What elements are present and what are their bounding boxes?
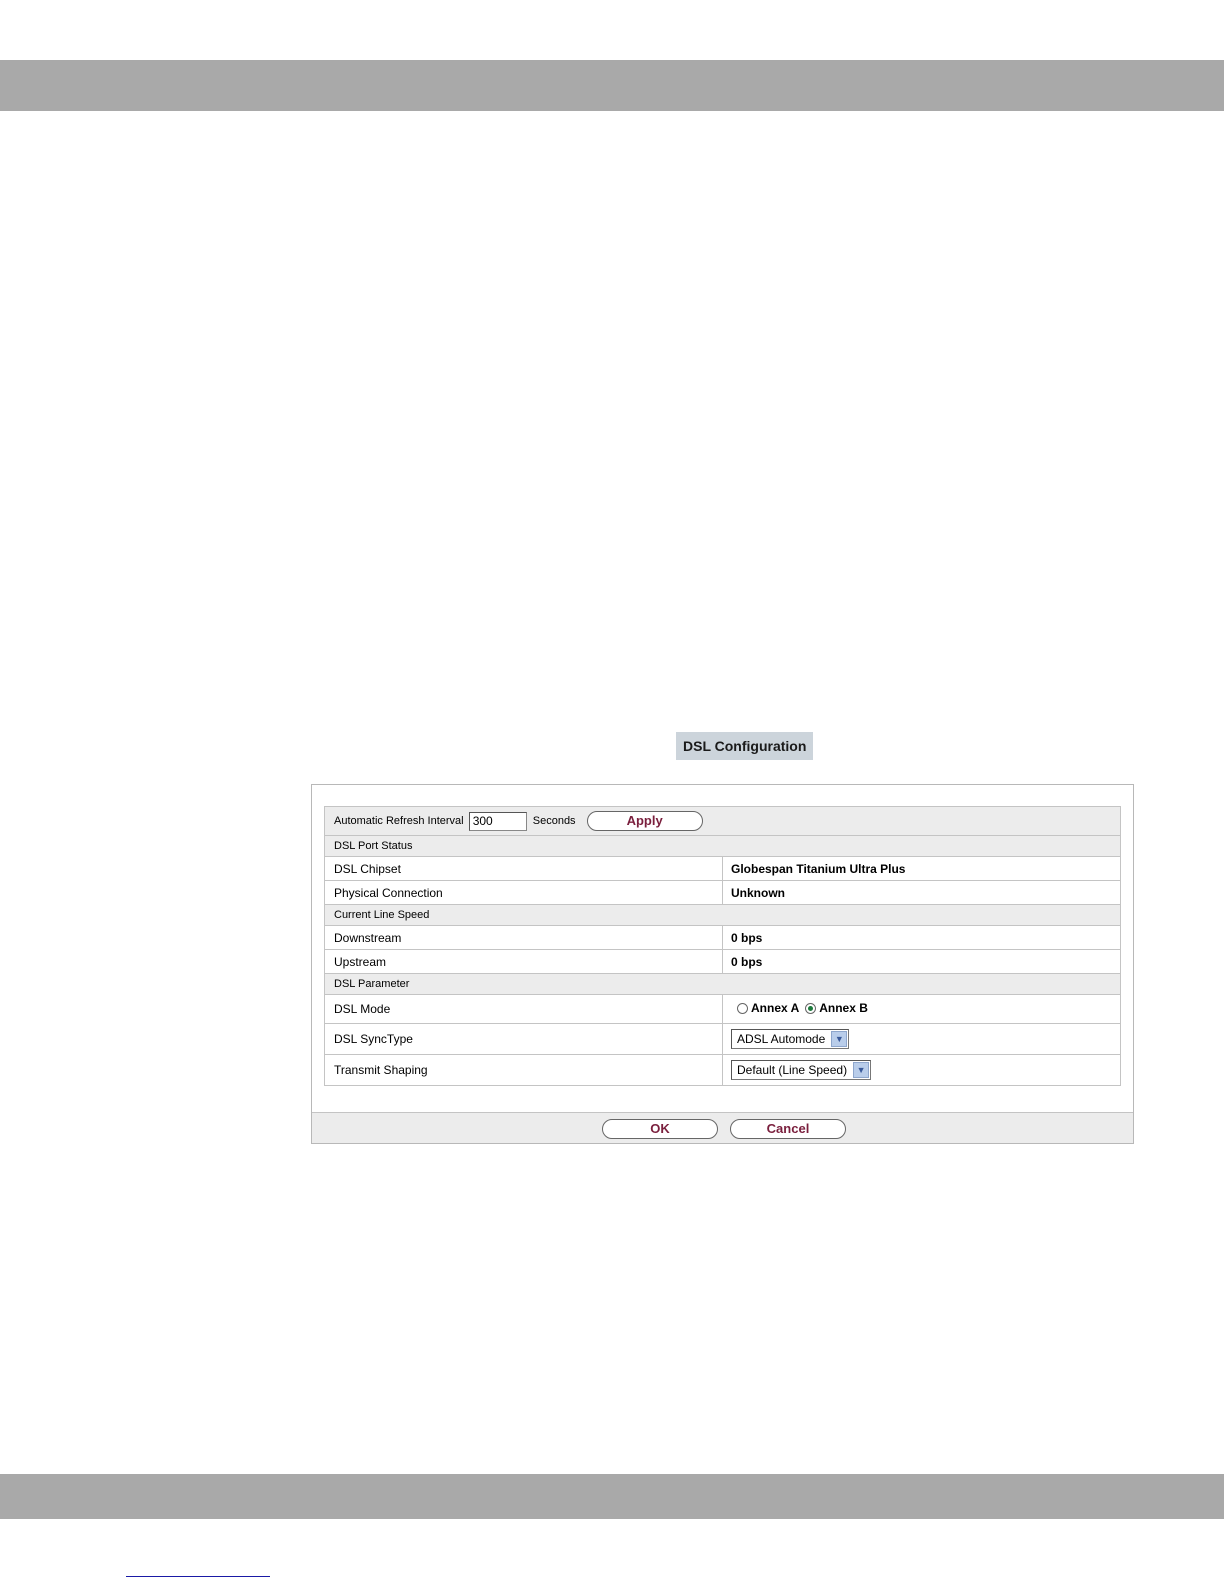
dsl-mode-cell: Annex A Annex B bbox=[722, 994, 1121, 1024]
section-title: Current Line Speed bbox=[324, 904, 1121, 926]
field-value-upstream: 0 bps bbox=[722, 949, 1121, 974]
transmit-shaping-cell: Default (Line Speed) ▼ bbox=[722, 1054, 1121, 1086]
dsl-configuration-panel: Automatic Refresh Interval Seconds Apply… bbox=[311, 784, 1134, 1144]
section-title: DSL Port Status bbox=[324, 835, 1121, 857]
top-header-band bbox=[0, 60, 1224, 111]
page-title: DSL Configuration bbox=[676, 732, 814, 760]
cancel-button[interactable]: Cancel bbox=[730, 1119, 846, 1139]
dsl-synctype-select[interactable]: ADSL Automode ▼ bbox=[731, 1029, 850, 1049]
field-label-physical-connection: Physical Connection bbox=[324, 880, 723, 905]
refresh-label: Automatic Refresh Interval bbox=[334, 815, 464, 827]
dsl-synctype-cell: ADSL Automode ▼ bbox=[722, 1023, 1121, 1055]
annex-b-radio[interactable] bbox=[805, 1002, 817, 1014]
table-row: Upstream 0 bps bbox=[324, 949, 1121, 974]
annex-b-label: Annex B bbox=[819, 1001, 868, 1016]
section-header-dsl-parameter: DSL Parameter bbox=[324, 973, 1121, 995]
section-header-port-status: DSL Port Status bbox=[324, 835, 1121, 857]
table-row: DSL Chipset Globespan Titanium Ultra Plu… bbox=[324, 856, 1121, 881]
table-row: Transmit Shaping Default (Line Speed) ▼ bbox=[324, 1054, 1121, 1086]
transmit-shaping-selected: Default (Line Speed) bbox=[737, 1063, 848, 1077]
refresh-cell: Automatic Refresh Interval Seconds Apply bbox=[324, 806, 1121, 836]
transmit-shaping-select[interactable]: Default (Line Speed) ▼ bbox=[731, 1060, 872, 1080]
table-row: DSL Mode Annex A Annex B bbox=[324, 994, 1121, 1024]
table-row: DSL SyncType ADSL Automode ▼ bbox=[324, 1023, 1121, 1055]
field-label-dsl-synctype: DSL SyncType bbox=[324, 1023, 723, 1055]
table-row: Downstream 0 bps bbox=[324, 925, 1121, 950]
field-label-dsl-chipset: DSL Chipset bbox=[324, 856, 723, 881]
field-label-dsl-mode: DSL Mode bbox=[324, 994, 723, 1024]
field-label-downstream: Downstream bbox=[324, 925, 723, 950]
refresh-row: Automatic Refresh Interval Seconds Apply bbox=[324, 806, 1121, 836]
chevron-down-icon[interactable]: ▼ bbox=[831, 1031, 848, 1047]
panel-footer: OK Cancel bbox=[312, 1112, 1133, 1143]
field-value-downstream: 0 bps bbox=[722, 925, 1121, 950]
dsl-form-table: Automatic Refresh Interval Seconds Apply… bbox=[324, 806, 1121, 1086]
annex-a-radio[interactable] bbox=[737, 1002, 748, 1014]
refresh-unit-label: Seconds bbox=[532, 815, 576, 827]
table-row: Physical Connection Unknown bbox=[324, 880, 1121, 905]
section-title: DSL Parameter bbox=[324, 973, 1121, 995]
refresh-interval-input[interactable] bbox=[468, 811, 527, 831]
chevron-down-icon[interactable]: ▼ bbox=[853, 1062, 870, 1078]
section-header-line-speed: Current Line Speed bbox=[324, 904, 1121, 926]
footer-rule bbox=[126, 1576, 270, 1577]
ok-button[interactable]: OK bbox=[602, 1119, 718, 1139]
dsl-synctype-selected: ADSL Automode bbox=[737, 1032, 826, 1046]
field-value-physical-connection: Unknown bbox=[722, 880, 1121, 905]
apply-button[interactable]: Apply bbox=[586, 811, 703, 831]
field-label-transmit-shaping: Transmit Shaping bbox=[324, 1054, 723, 1086]
bottom-footer-band bbox=[0, 1474, 1224, 1519]
field-label-upstream: Upstream bbox=[324, 949, 723, 974]
dsl-mode-radio-group: Annex A Annex B bbox=[731, 1001, 868, 1015]
annex-a-label: Annex A bbox=[751, 1001, 800, 1016]
field-value-dsl-chipset: Globespan Titanium Ultra Plus bbox=[722, 856, 1121, 881]
